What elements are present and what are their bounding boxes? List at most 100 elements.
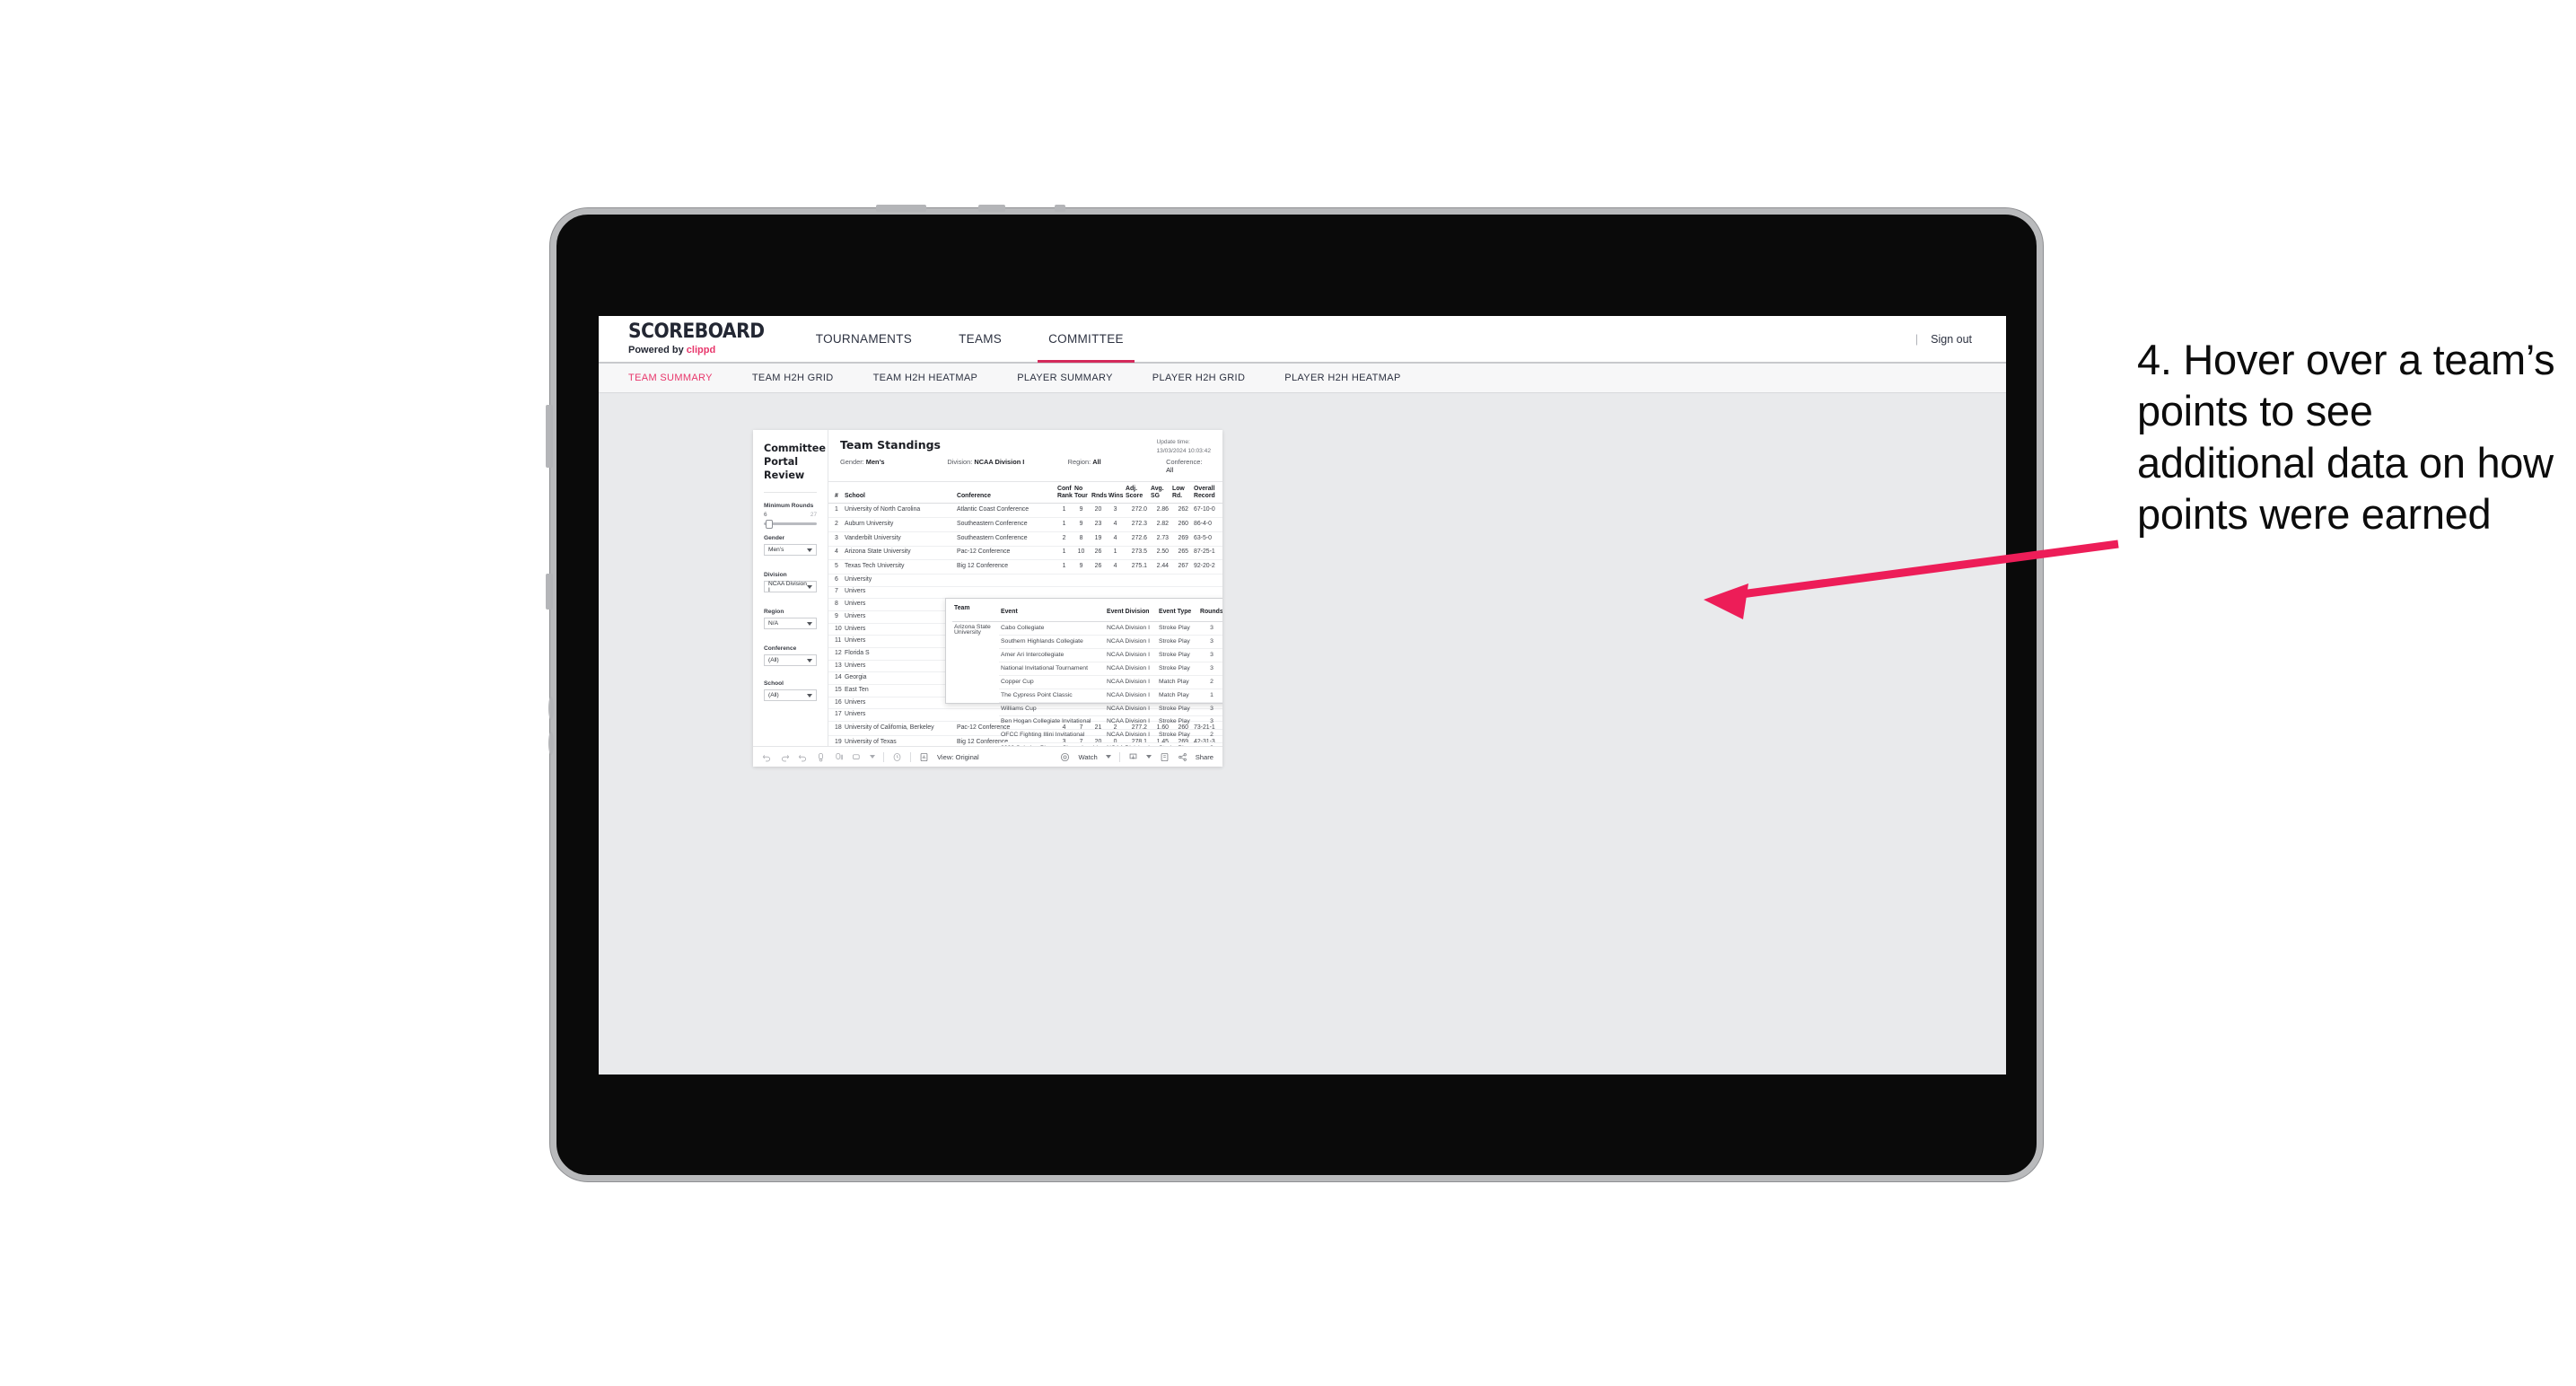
scoreboard-logo[interactable]: SCOREBOARD Powered by clippd	[599, 322, 793, 356]
undo-icon[interactable]	[762, 752, 772, 762]
table-row[interactable]: 6 University	[828, 574, 1222, 587]
col-no-tour[interactable]: No Tour	[1073, 482, 1090, 504]
device-layout-icon[interactable]	[1160, 752, 1170, 762]
filter-conference[interactable]: Conference (All)	[764, 645, 817, 667]
slider-track[interactable]	[764, 519, 817, 529]
tooltip-event-division: NCAA Division I	[1105, 635, 1157, 649]
col-wins[interactable]: Wins	[1107, 482, 1124, 504]
filter-region[interactable]: Region N/A	[764, 609, 817, 630]
row-school: University of North Carolina	[843, 503, 955, 519]
top-navigation-bar: SCOREBOARD Powered by clippd TOURNAMENTS…	[599, 316, 2006, 364]
gender-select[interactable]: Men’s	[764, 544, 817, 557]
filter-minimum-rounds[interactable]: Minimum Rounds 6 27	[764, 503, 817, 529]
row-wins	[1107, 586, 1124, 600]
row-conf-rank: 1	[1056, 503, 1073, 519]
download-icon[interactable]	[1128, 752, 1138, 762]
share-label[interactable]: Share	[1196, 753, 1214, 761]
row-rnds: 26	[1090, 559, 1107, 575]
table-row[interactable]: 7 Univers	[828, 586, 1222, 600]
share-icon[interactable]	[1178, 752, 1187, 762]
filter-school[interactable]: School (All)	[764, 680, 817, 702]
col-rank[interactable]: #	[828, 482, 843, 504]
tooltip-rounds: 3	[1198, 648, 1222, 662]
breadcrumb-conference: Conference: All	[1166, 458, 1211, 474]
tab-team-h2h-grid[interactable]: TEAM H2H GRID	[752, 373, 834, 383]
col-overall-record[interactable]: Overall Record	[1190, 482, 1222, 504]
tab-team-h2h-heatmap[interactable]: TEAM H2H HEATMAP	[873, 373, 978, 383]
tab-player-h2h-heatmap[interactable]: PLAYER H2H HEATMAP	[1284, 373, 1400, 383]
breadcrumb-region-value: All	[1092, 458, 1101, 466]
school-select[interactable]: (All)	[764, 689, 817, 702]
caret-down-icon[interactable]	[1145, 755, 1152, 759]
update-time-value: 13/03/2024 10:03:42	[1156, 447, 1212, 454]
watch-icon[interactable]	[1060, 752, 1070, 762]
conference-select[interactable]: (All)	[764, 654, 817, 667]
row-low-rd: 260	[1170, 517, 1190, 532]
row-school: Univers	[843, 697, 955, 710]
signout-link[interactable]: Sign out	[1931, 333, 1972, 346]
col-low-rd[interactable]: Low Rd.	[1170, 482, 1190, 504]
table-row[interactable]: 2 Auburn University Southeastern Conferenc…	[828, 517, 1222, 532]
tab-player-h2h-grid[interactable]: PLAYER H2H GRID	[1152, 373, 1245, 383]
caret-down-icon[interactable]	[870, 755, 875, 759]
col-conf-rank[interactable]: Conf Rank	[1056, 482, 1073, 504]
slider-range-labels: 6 27	[764, 512, 817, 518]
table-row[interactable]: 1 University of North Carolina Atlantic Co…	[828, 503, 1222, 519]
nav-item-tournaments[interactable]: TOURNAMENTS	[793, 316, 935, 363]
row-wins: 4	[1107, 517, 1124, 532]
filter-gender[interactable]: Gender Men’s	[764, 535, 817, 557]
row-overall-record: 63-5-0	[1190, 531, 1222, 547]
redo-icon[interactable]	[780, 752, 790, 762]
tablet-button-top-3	[1055, 205, 1065, 212]
page-title: Team Standings	[840, 438, 941, 452]
tablet-camera-2	[548, 732, 554, 755]
col-conference[interactable]: Conference	[955, 482, 1056, 504]
nav-item-teams[interactable]: TEAMS	[935, 316, 1025, 363]
row-rank: 9	[828, 610, 843, 624]
row-school: Univers	[843, 635, 955, 649]
row-school: Arizona State University	[843, 546, 955, 561]
row-conference: Southeastern Conference	[955, 517, 1056, 532]
standings-table-wrapper[interactable]: # School Conference Conf Rank No Tour Rn…	[828, 482, 1222, 746]
rectangle-select-icon[interactable]	[852, 752, 862, 762]
breadcrumb: Gender: Men’s Division: NCAA Division I …	[840, 458, 1211, 474]
tooltip-rounds: 2	[1198, 729, 1222, 743]
refresh-icon[interactable]	[816, 752, 826, 762]
row-school: Georgia	[843, 671, 955, 686]
view-original-icon[interactable]	[919, 752, 929, 762]
pause-icon[interactable]	[834, 752, 844, 762]
table-row[interactable]: 3 Vanderbilt University Southeastern Confe…	[828, 531, 1222, 547]
tooltip-event: Southern Highlands Collegiate	[999, 635, 1105, 649]
region-select[interactable]: N/A	[764, 618, 817, 630]
view-original-label[interactable]: View: Original	[937, 753, 979, 761]
browser-viewport: SCOREBOARD Powered by clippd TOURNAMENTS…	[599, 316, 2006, 1075]
nav-item-committee[interactable]: COMMITTEE	[1025, 316, 1147, 363]
watch-label[interactable]: Watch	[1078, 753, 1097, 761]
gender-select-value: Men’s	[768, 547, 784, 554]
revert-icon[interactable]	[798, 752, 808, 762]
filter-division[interactable]: Division NCAA Division I	[764, 572, 817, 593]
row-rnds: 20	[1090, 503, 1107, 519]
update-time-label: Update time:	[1156, 439, 1190, 445]
slider-handle[interactable]	[766, 519, 774, 529]
col-avg-sg[interactable]: Avg. SG	[1149, 482, 1170, 504]
col-school[interactable]: School	[843, 482, 955, 504]
tooltip-col-team: Team	[952, 603, 999, 622]
update-time: Update time: 13/03/2024 10:03:42	[1157, 438, 1212, 455]
row-school: Univers	[843, 623, 955, 636]
tooltip-event-type: Stroke Play	[1157, 621, 1198, 636]
row-school: University	[843, 574, 955, 587]
col-adj-score[interactable]: Adj. Score	[1124, 482, 1149, 504]
tablet-button-top-2	[978, 205, 1005, 212]
caret-down-icon[interactable]	[1105, 755, 1111, 759]
tab-player-summary[interactable]: PLAYER SUMMARY	[1017, 373, 1113, 383]
row-school: University of Texas	[843, 735, 955, 746]
breadcrumb-division-value: NCAA Division I	[974, 458, 1025, 466]
standings-header: Team Standings Update time: 13/03/2024 1…	[828, 430, 1222, 482]
col-rnds[interactable]: Rnds	[1090, 482, 1107, 504]
table-row[interactable]: 5 Texas Tech University Big 12 Conference 1…	[828, 559, 1222, 575]
division-select[interactable]: NCAA Division I	[764, 581, 817, 593]
clock-history-icon[interactable]	[892, 752, 902, 762]
table-row[interactable]: 4 Arizona State University Pac-12 Conferen…	[828, 546, 1222, 561]
tab-team-summary[interactable]: TEAM SUMMARY	[628, 373, 713, 383]
